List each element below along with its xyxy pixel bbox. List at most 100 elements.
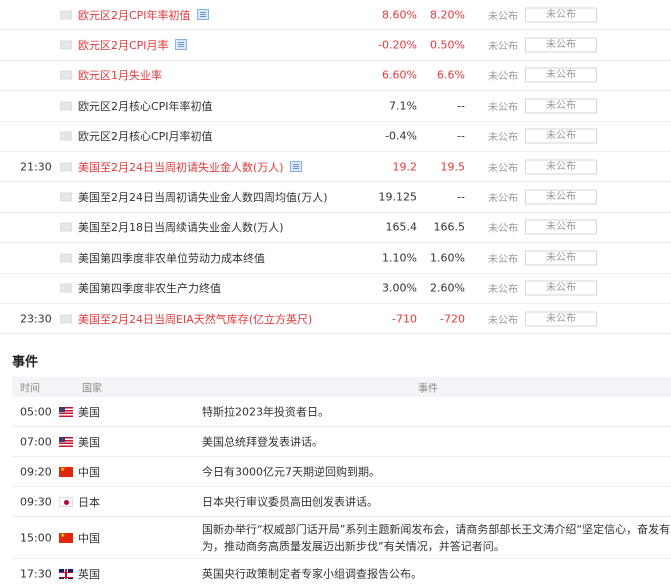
indicator-name-text: 美国第四季度非农单位劳动力成本终值 [78,251,265,265]
event-description: 美国总统拜登发表讲话。 [202,435,323,448]
event-country: 英国 [78,567,100,581]
actual-status: 未公布 [488,284,518,296]
event-row: 05:00 美国 特斯拉2023年投资者日。 [12,397,671,427]
indicator-name[interactable]: 美国至2月24日当周初请失业金人数(万人) [78,159,302,175]
indicator-name-text: 美国至2月24日当周初请失业金人数四周均值(万人) [78,191,328,205]
actual-value-box[interactable]: 未公布 [525,280,597,296]
actual-status: 未公布 [488,254,518,266]
forecast-value: 2.60% [430,281,465,295]
forecast-value: 1.60% [430,251,465,265]
forecast-value: -720 [440,312,465,326]
previous-value: 19.125 [378,190,418,204]
indicator-row: 欧元区2月CPI年率初值 8.60% 8.20% 未公布 未公布 [0,0,671,31]
actual-value-box[interactable]: 未公布 [525,311,597,327]
flag-icon [60,162,72,172]
previous-value: 3.00% [382,281,417,295]
event-description: 英国央行政策制定者专家小组调查报告公布。 [202,567,422,580]
indicator-table: 欧元区2月CPI年率初值 8.60% 8.20% 未公布 未公布 欧元区2月CPI月率 -0… [0,0,671,335]
jp-flag-icon [59,496,73,507]
actual-status: 未公布 [488,193,518,205]
event-row: 15:00 中国 国新办举行“权威部门话开局”系列主题新闻发布会，请商务部部长王文涛… [12,517,671,559]
event-country: 美国 [78,435,100,449]
indicator-row: 美国第四季度非农生产力终值 3.00% 2.60% 未公布 未公布 [0,274,671,304]
indicator-name-text: 美国至2月18日当周续请失业金人数(万人) [78,221,284,235]
previous-value: 7.1% [389,99,417,113]
actual-value-box[interactable]: 未公布 [525,159,597,175]
header-country: 国家 [82,383,102,395]
actual-value-box[interactable]: 未公布 [525,7,597,23]
flag-icon [60,101,72,111]
indicator-name[interactable]: 美国第四季度非农生产力终值 [78,280,221,296]
previous-value: -0.20% [378,38,417,52]
actual-value-box[interactable]: 未公布 [525,128,597,144]
forecast-value: 166.5 [433,220,466,234]
indicator-row: 美国第四季度非农单位劳动力成本终值 1.10% 1.60% 未公布 未公布 [0,243,671,274]
actual-status: 未公布 [488,223,518,235]
event-country: 中国 [78,465,100,479]
indicator-name[interactable]: 美国至2月24日当周初请失业金人数四周均值(万人) [78,189,328,205]
indicator-name-text: 欧元区2月核心CPI月率初值 [78,130,213,144]
indicator-row: 欧元区2月CPI月率 -0.20% 0.50% 未公布 未公布 [0,30,671,61]
event-time: 09:20 [20,465,52,478]
forecast-value: 0.50% [430,38,465,52]
indicator-name[interactable]: 美国至2月18日当周续请失业金人数(万人) [78,219,284,235]
indicator-name-text: 欧元区2月CPI年率初值 [78,8,191,22]
indicator-name[interactable]: 欧元区2月CPI年率初值 [78,7,209,23]
actual-status: 未公布 [488,132,518,144]
indicator-name[interactable]: 欧元区2月CPI月率 [78,37,187,53]
flag-icon [60,222,72,232]
event-row: 09:20 中国 今日有3000亿元7天期逆回购到期。 [12,457,671,487]
indicator-name-text: 美国至2月24日当周初请失业金人数(万人) [78,160,284,174]
indicator-row: 美国至2月18日当周续请失业金人数(万人) 165.4 166.5 未公布 未公布 [0,213,671,244]
indicator-name-text: 欧元区1月失业率 [78,69,162,83]
previous-value: 6.60% [382,68,417,82]
cn-flag-icon [59,465,73,477]
indicator-name-text: 欧元区2月CPI月率 [78,39,169,53]
document-icon[interactable] [196,8,209,20]
uk-flag-icon [59,568,73,579]
indicator-name[interactable]: 欧元区2月核心CPI月率初值 [78,128,213,144]
event-time: 07:00 [20,435,52,448]
events-table-header: 时间 国家 事件 [12,377,671,397]
header-time: 时间 [20,383,40,395]
forecast-value: 6.6% [437,68,465,82]
previous-value: -710 [392,312,417,326]
indicator-name[interactable]: 欧元区1月失业率 [78,67,162,83]
indicator-name-text: 欧元区2月核心CPI年率初值 [78,99,213,113]
forecast-value: 8.20% [430,8,465,22]
flag-icon [60,10,72,20]
forecast-value: -- [457,190,465,204]
document-icon[interactable] [174,39,187,51]
event-country: 中国 [78,531,100,545]
event-time: 09:30 [20,495,52,508]
event-row: 17:30 英国 英国央行政策制定者专家小组调查报告公布。 [12,559,671,588]
flag-icon [60,192,72,202]
flag-icon [60,70,72,80]
indicator-name[interactable]: 欧元区2月核心CPI年率初值 [78,98,213,114]
actual-status: 未公布 [488,71,518,83]
indicator-name[interactable]: 美国至2月24日当周EIA天然气库存(亿立方英尺) [78,311,312,327]
indicator-name[interactable]: 美国第四季度非农单位劳动力成本终值 [78,250,265,266]
previous-value: 19.2 [392,160,418,174]
actual-status: 未公布 [488,11,518,23]
actual-value-box[interactable]: 未公布 [525,189,597,205]
indicator-name-text: 美国第四季度非农生产力终值 [78,282,221,296]
actual-value-box[interactable]: 未公布 [525,37,597,53]
actual-value-box[interactable]: 未公布 [525,98,597,114]
us-flag-icon [59,406,73,417]
previous-value: 1.10% [382,251,417,265]
actual-status: 未公布 [488,102,518,114]
actual-value-box[interactable]: 未公布 [525,219,597,235]
actual-value-box[interactable]: 未公布 [525,250,597,266]
forecast-value: 19.5 [440,160,466,174]
indicator-row: 23:30 美国至2月24日当周EIA天然气库存(亿立方英尺) -710 -720 未公… [0,304,671,335]
indicator-row: 美国至2月24日当周初请失业金人数四周均值(万人) 19.125 -- 未公布 未公布 [0,182,671,213]
document-icon[interactable] [289,160,302,172]
flag-icon [60,40,72,50]
event-time: 17:30 [20,567,52,580]
previous-value: 165.4 [385,220,418,234]
actual-value-box[interactable]: 未公布 [525,67,597,83]
header-event: 事件 [418,383,438,395]
event-description: 今日有3000亿元7天期逆回购到期。 [202,465,380,478]
cn-flag-icon [59,531,73,543]
